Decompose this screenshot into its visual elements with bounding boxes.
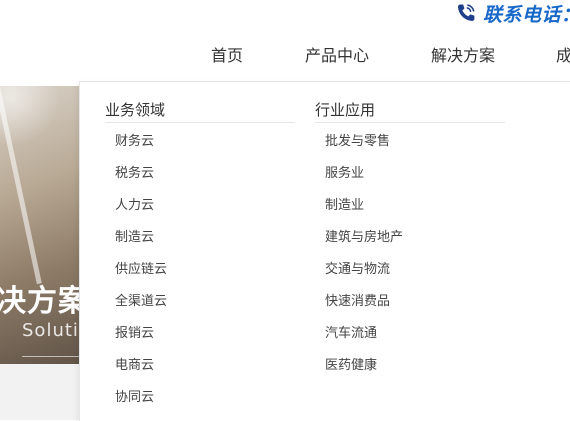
menu-item-wholesale-retail[interactable]: 批发与零售 (315, 132, 505, 164)
nav-item-solutions[interactable]: 解决方案 (431, 42, 495, 66)
phone-icon (455, 2, 477, 24)
menu-item-healthcare[interactable]: 医药健康 (315, 356, 505, 388)
page-section-below-hero (0, 364, 90, 420)
dropdown-column-industry: 行业应用 批发与零售 服务业 制造业 建筑与房地产 交通与物流 快速消费品 汽车… (315, 98, 505, 388)
menu-item-tax-cloud[interactable]: 税务云 (105, 164, 295, 196)
menu-item-supply-chain-cloud[interactable]: 供应链云 (105, 260, 295, 292)
main-nav: 首页 产品中心 解决方案 成 (0, 42, 570, 66)
contact-phone[interactable]: 联系电话： (455, 0, 570, 26)
hero-banner: 决方案 Soluti (0, 86, 90, 364)
menu-item-auto-distribution[interactable]: 汽车流通 (315, 324, 505, 356)
nav-item-partial[interactable]: 成 (556, 42, 570, 66)
menu-item-omnichannel-cloud[interactable]: 全渠道云 (105, 292, 295, 324)
contact-label: 联系电话： (483, 3, 570, 26)
menu-item-manufacturing-cloud[interactable]: 制造云 (105, 228, 295, 260)
menu-item-finance-cloud[interactable]: 财务云 (105, 132, 295, 164)
column-header-industry: 行业应用 (315, 98, 505, 123)
solutions-dropdown-menu: 业务领域 财务云 税务云 人力云 制造云 供应链云 全渠道云 报销云 电商云 协… (79, 81, 570, 421)
menu-item-reimbursement-cloud[interactable]: 报销云 (105, 324, 295, 356)
industry-list: 批发与零售 服务业 制造业 建筑与房地产 交通与物流 快速消费品 汽车流通 医药… (315, 132, 505, 388)
menu-item-ecommerce-cloud[interactable]: 电商云 (105, 356, 295, 388)
menu-item-construction-realestate[interactable]: 建筑与房地产 (315, 228, 505, 260)
dropdown-column-business: 业务领域 财务云 税务云 人力云 制造云 供应链云 全渠道云 报销云 电商云 协… (105, 98, 295, 420)
menu-item-manufacturing[interactable]: 制造业 (315, 196, 505, 228)
menu-item-services[interactable]: 服务业 (315, 164, 505, 196)
menu-item-fmcg[interactable]: 快速消费品 (315, 292, 505, 324)
hero-title: 决方案 (0, 284, 89, 319)
menu-item-hr-cloud[interactable]: 人力云 (105, 196, 295, 228)
business-list: 财务云 税务云 人力云 制造云 供应链云 全渠道云 报销云 电商云 协同云 (105, 132, 295, 420)
nav-item-products[interactable]: 产品中心 (305, 42, 369, 66)
menu-item-collaboration-cloud[interactable]: 协同云 (105, 388, 295, 420)
nav-item-home[interactable]: 首页 (211, 42, 243, 66)
column-header-business: 业务领域 (105, 98, 295, 123)
menu-item-transport-logistics[interactable]: 交通与物流 (315, 260, 505, 292)
hero-subtitle: Soluti (22, 320, 79, 341)
hero-divider (22, 356, 82, 357)
